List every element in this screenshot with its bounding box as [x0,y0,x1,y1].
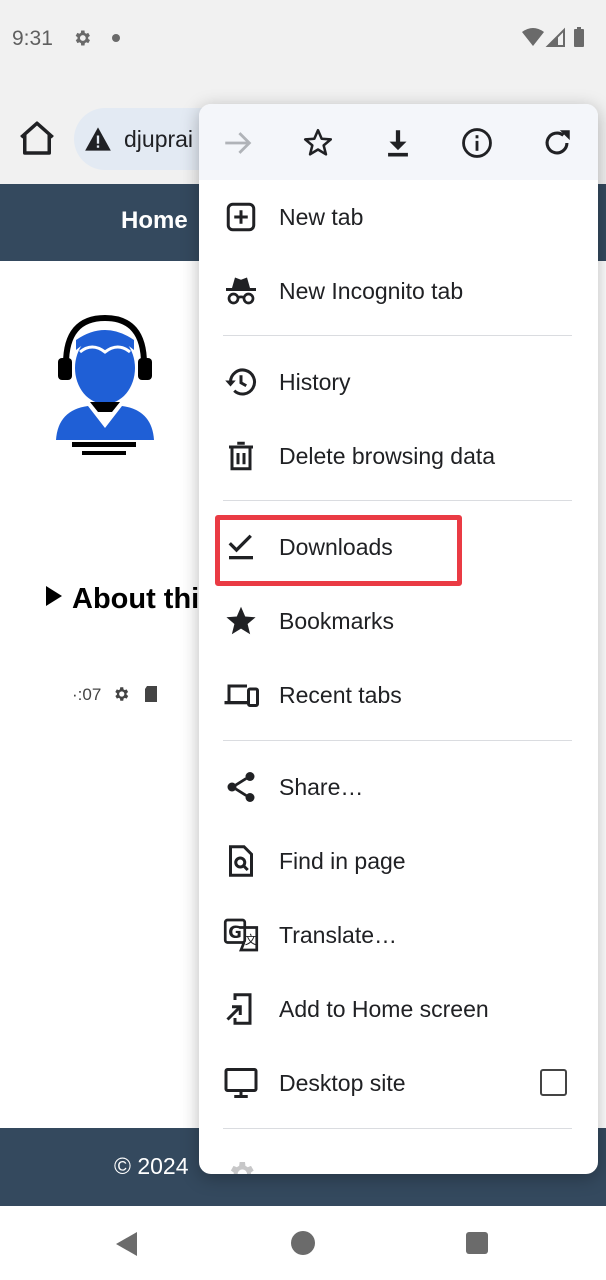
menu-item-history[interactable]: History [199,350,598,414]
about-heading-text: About thi [72,583,200,615]
translate-icon: G 文 [223,918,259,952]
settings-gear-icon [75,30,90,46]
menu-item-label: Bookmarks [279,608,395,634]
menu-item-new-tab[interactable]: New tab [199,185,598,249]
download-icon[interactable] [381,126,415,160]
menu-item-translate[interactable]: G 文 Translate… [199,903,598,967]
trash-icon [229,441,253,471]
desktop-icon [224,1068,258,1098]
menu-item-label: Add to Home screen [279,996,489,1022]
star-icon [226,606,256,635]
url-text[interactable]: djuprai [124,126,193,153]
new-tab-icon [226,202,256,232]
forward-icon[interactable] [221,126,255,160]
menu-divider [223,335,572,336]
home-icon[interactable] [16,118,58,160]
bookmark-star-icon[interactable] [301,126,335,160]
disclosure-triangle-icon [46,586,62,606]
menu-item-label: Desktop site [279,1070,406,1096]
menu-item-new-incognito-tab[interactable]: New Incognito tab [199,259,598,323]
incognito-icon [226,277,256,305]
menu-item-share[interactable]: Share… [199,755,598,819]
system-navigation-bar [0,1206,606,1280]
menu-item-label: Recent tabs [279,682,402,708]
info-icon[interactable] [460,126,494,160]
home-circle-icon[interactable] [291,1231,315,1255]
menu-item-recent-tabs[interactable]: Recent tabs [199,663,598,727]
menu-divider [223,1128,572,1129]
menu-divider [223,740,572,741]
back-icon[interactable] [116,1232,137,1256]
menu-item-label: Translate… [279,922,398,948]
reload-icon[interactable] [540,126,574,160]
share-icon [227,772,255,802]
svg-text:G: G [228,923,242,942]
support-avatar-image [56,314,154,455]
browser-overflow-menu: New tab New Incognito tab History Delete… [199,104,598,1174]
menu-item-settings-partial[interactable] [199,1148,598,1174]
desktop-site-checkbox[interactable] [540,1069,567,1096]
status-bar: 9:31 [0,0,606,80]
add-to-home-icon [226,993,252,1025]
settings-icon [230,1162,254,1174]
notification-dot-icon [112,34,120,42]
menu-item-label: Find in page [279,848,406,874]
menu-item-label: Share… [279,774,364,800]
nav-home-link[interactable]: Home [121,207,188,235]
menu-item-bookmarks[interactable]: Bookmarks [199,589,598,653]
embedded-time: ·:07 [72,685,102,704]
find-in-page-icon [229,845,253,877]
menu-item-label: New tab [279,204,364,230]
embedded-sdcard-icon [144,686,157,702]
menu-item-label: History [279,369,351,395]
wifi-signal-battery-icon [522,27,584,47]
menu-item-desktop-site[interactable]: Desktop site [199,1051,598,1115]
recents-icon[interactable] [466,1232,488,1254]
footer-copyright: © 2024 [114,1153,189,1179]
menu-item-find-in-page[interactable]: Find in page [199,829,598,893]
status-time: 9:31 [12,27,53,50]
menu-item-label: New Incognito tab [279,278,464,304]
menu-item-delete-browsing-data[interactable]: Delete browsing data [199,424,598,488]
embedded-status-snippet: ·:07 [72,685,159,705]
devices-icon [224,684,259,707]
about-section-heading[interactable]: About thi [46,583,199,616]
menu-action-row [199,104,598,180]
menu-divider [223,500,572,501]
menu-item-label: Delete browsing data [279,443,496,469]
history-icon [225,368,256,396]
menu-item-add-to-home-screen[interactable]: Add to Home screen [199,977,598,1041]
embedded-gear-icon [115,687,129,701]
not-secure-warning-icon[interactable] [84,126,112,152]
downloads-highlight-box [215,515,462,586]
svg-text:文: 文 [245,932,257,947]
